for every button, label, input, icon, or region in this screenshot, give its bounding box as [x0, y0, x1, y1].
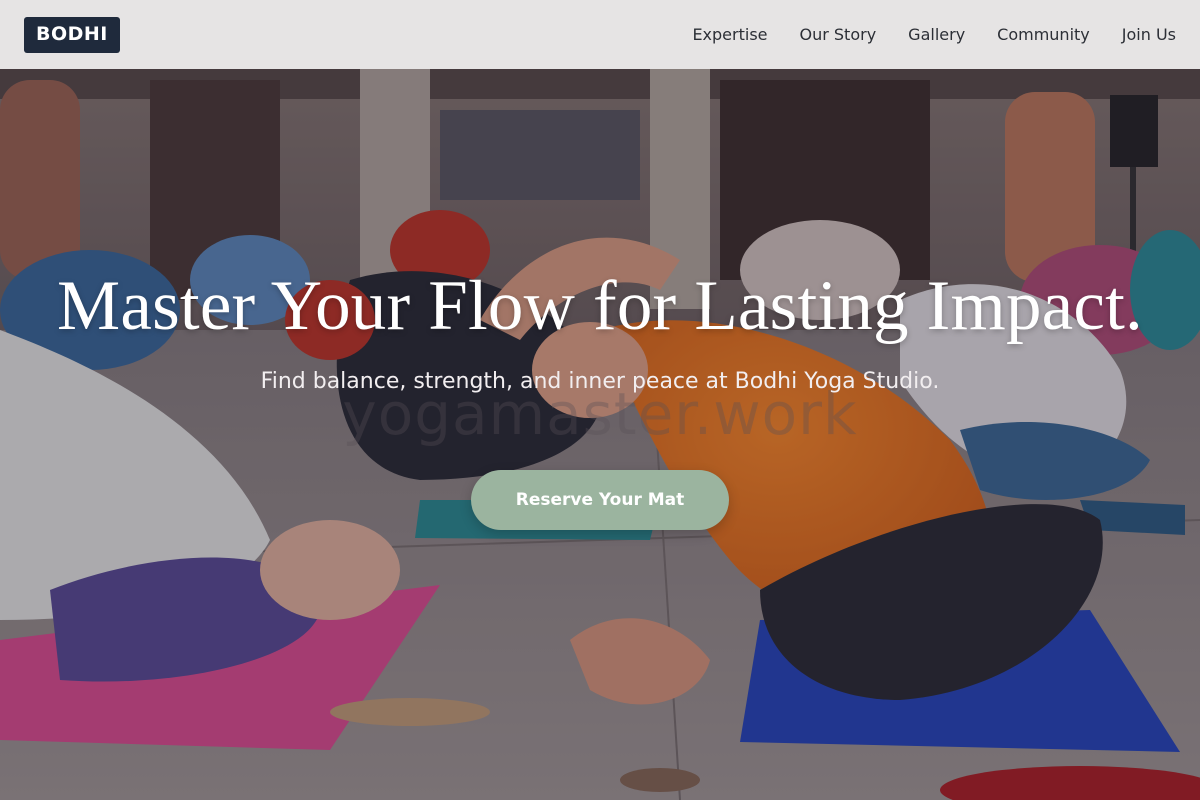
main-nav: Expertise Our Story Gallery Community Jo… — [692, 25, 1176, 44]
hero-title: Master Your Flow for Lasting Impact. — [57, 267, 1143, 345]
site-header: BODHI Expertise Our Story Gallery Commun… — [0, 0, 1200, 69]
hero-title-wrapper: Master Your Flow for Lasting Impact. — [0, 266, 1200, 347]
hero-subtitle: Find balance, strength, and inner peace … — [260, 369, 940, 394]
brand-logo[interactable]: BODHI — [24, 16, 120, 53]
hero-overlay — [0, 0, 1200, 800]
nav-link-expertise[interactable]: Expertise — [692, 25, 767, 44]
reserve-mat-button[interactable]: Reserve Your Mat — [471, 470, 729, 530]
nav-link-community[interactable]: Community — [997, 25, 1090, 44]
hero-background-image — [0, 0, 1200, 800]
nav-link-our-story[interactable]: Our Story — [800, 25, 877, 44]
nav-link-join-us[interactable]: Join Us — [1122, 25, 1176, 44]
nav-link-gallery[interactable]: Gallery — [908, 25, 965, 44]
